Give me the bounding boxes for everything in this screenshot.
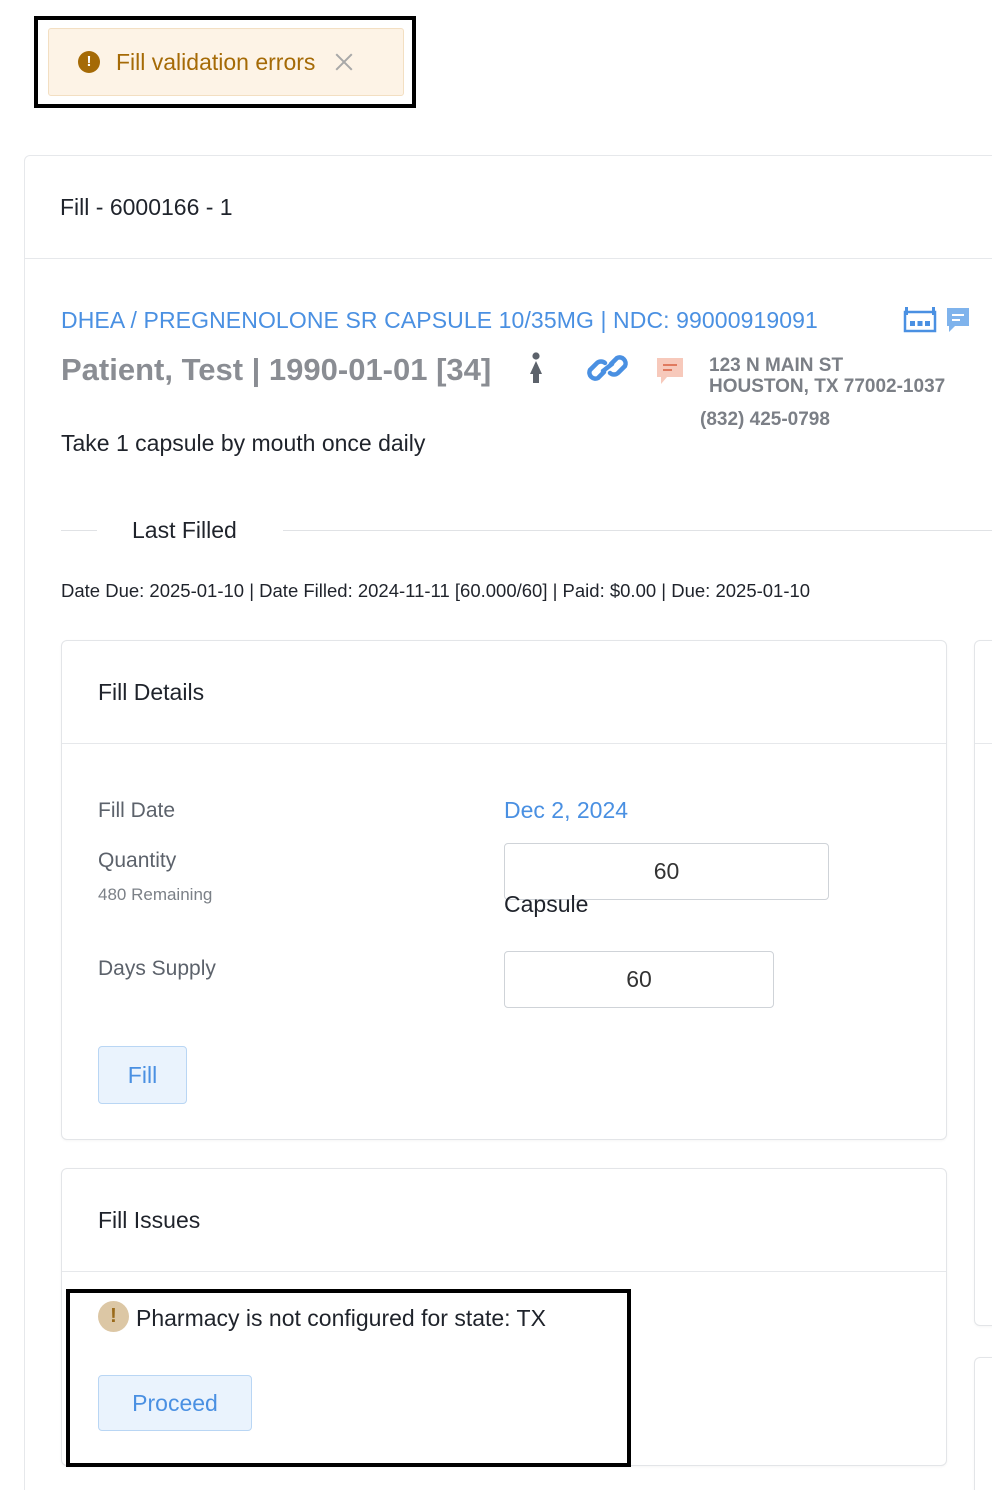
- days-supply-label: Days Supply: [98, 957, 216, 980]
- prescription-sig: Take 1 capsule by mouth once daily: [61, 430, 426, 456]
- divider: [283, 530, 992, 531]
- last-filled-summary: Date Due: 2025-01-10 | Date Filled: 2024…: [61, 580, 811, 601]
- link-icon[interactable]: [587, 351, 629, 390]
- quantity-unit: Capsule: [504, 891, 589, 917]
- days-supply-input[interactable]: [504, 951, 774, 1008]
- highlight-frame-issue: [66, 1289, 631, 1467]
- side-card: [974, 640, 992, 1326]
- toast-message: Fill validation errors: [116, 48, 316, 75]
- divider: [61, 530, 97, 531]
- fill-date-picker[interactable]: Dec 2, 2024: [504, 797, 628, 824]
- side-card: [974, 1357, 992, 1490]
- patient-notes-icon[interactable]: [655, 356, 685, 391]
- drug-link[interactable]: DHEA / PREGNENOLONE SR CAPSULE 10/35MG |…: [61, 307, 818, 334]
- divider: [975, 743, 992, 744]
- patient-address: 123 N MAIN ST HOUSTON, TX 77002-1037: [709, 355, 945, 397]
- fill-issues-title: Fill Issues: [62, 1169, 946, 1272]
- message-icon[interactable]: [945, 306, 971, 339]
- last-filled-heading: Last Filled: [132, 517, 237, 543]
- panel-title: Fill - 6000166 - 1: [25, 156, 992, 259]
- fill-date-label: Fill Date: [98, 799, 176, 822]
- quantity-remaining: 480 Remaining: [98, 885, 213, 904]
- address-line-2: HOUSTON, TX 77002-1037: [709, 376, 946, 397]
- page-root: ! Fill validation errors Fill - 6000166 …: [0, 0, 992, 1490]
- fill-details-title: Fill Details: [62, 641, 946, 744]
- calendar-icon[interactable]: [903, 306, 937, 339]
- drug-icons: [903, 306, 971, 339]
- female-person-icon: [527, 352, 545, 389]
- patient-name[interactable]: Patient, Test | 1990-01-01 [34]: [61, 352, 491, 388]
- close-icon[interactable]: [333, 51, 355, 73]
- warning-icon: !: [78, 51, 100, 73]
- validation-toast: ! Fill validation errors: [48, 28, 404, 96]
- fill-details-card: Fill Details Fill Date Dec 2, 2024 Quant…: [61, 640, 947, 1140]
- address-line-1: 123 N MAIN ST: [709, 355, 844, 376]
- fill-button[interactable]: Fill: [98, 1046, 187, 1104]
- quantity-label: Quantity: [98, 849, 177, 872]
- patient-phone: (832) 425-0798: [700, 409, 830, 430]
